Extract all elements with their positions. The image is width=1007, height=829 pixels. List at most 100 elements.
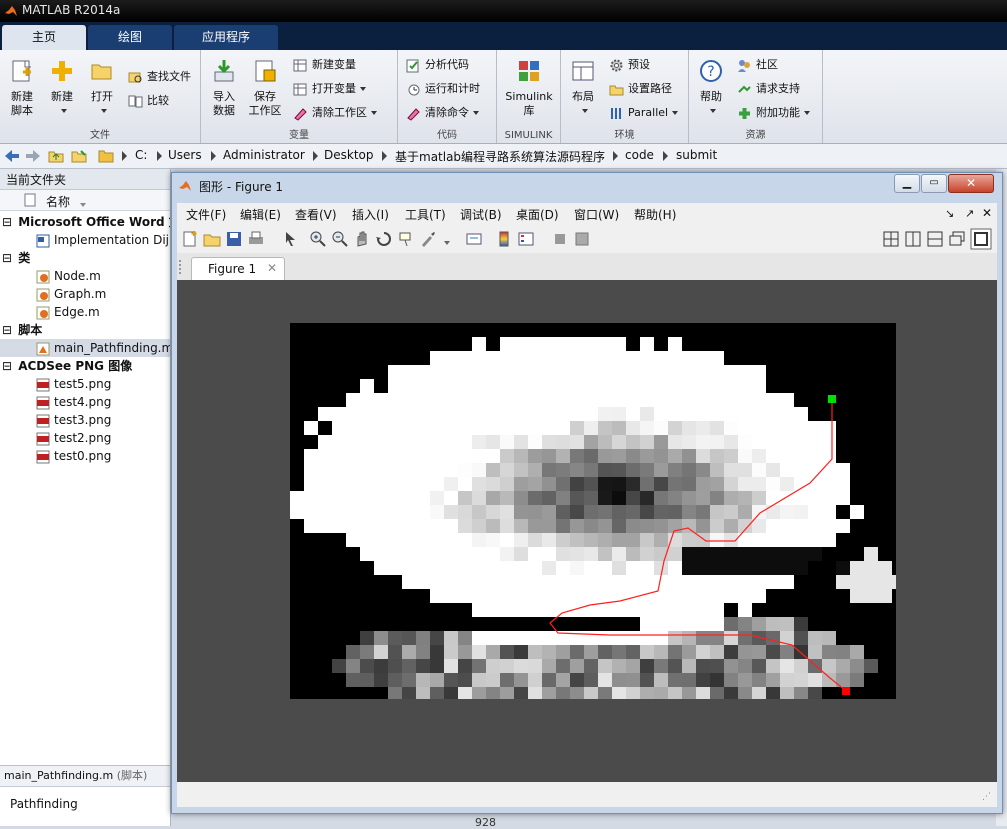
forward-arrow-icon[interactable] bbox=[25, 149, 41, 163]
tab-close-icon[interactable]: ✕ bbox=[267, 261, 277, 275]
tab-plots[interactable]: 绘图 bbox=[88, 25, 172, 50]
menu-file[interactable]: 文件(F) bbox=[186, 206, 226, 223]
details-header[interactable]: main_Pathfinding.m (脚本) bbox=[0, 765, 170, 787]
edit-plot-arrow-icon[interactable] bbox=[281, 230, 299, 248]
list-item[interactable]: Implementation Dijl bbox=[0, 231, 170, 249]
add-ons-button[interactable]: 附加功能 bbox=[737, 103, 810, 123]
list-item[interactable]: Node.m bbox=[0, 267, 170, 285]
legend-icon[interactable] bbox=[517, 230, 535, 248]
list-item[interactable]: test0.png bbox=[0, 447, 170, 465]
open-variable-button[interactable]: 打开变量 bbox=[293, 79, 366, 99]
link-plot-icon[interactable] bbox=[465, 230, 483, 248]
section-script[interactable]: ⊟ 脚本 bbox=[0, 321, 170, 339]
column-header[interactable]: 名称 bbox=[0, 190, 170, 211]
save-icon[interactable] bbox=[225, 230, 243, 248]
simulink-library-button[interactable]: Simulink 库 bbox=[502, 58, 556, 118]
set-path-icon bbox=[609, 85, 624, 95]
hide-tools-icon[interactable] bbox=[551, 230, 569, 248]
preferences-button[interactable]: 预设 bbox=[609, 55, 650, 75]
map-cell bbox=[752, 379, 766, 393]
list-item-selected[interactable]: main_Pathfinding.m bbox=[0, 339, 170, 357]
help-button[interactable]: ? 帮助 bbox=[693, 58, 729, 118]
crumb-users[interactable]: Users bbox=[168, 148, 202, 162]
menu-window[interactable]: 窗口(W) bbox=[574, 206, 619, 223]
menu-debug[interactable]: 调试(B) bbox=[460, 206, 502, 223]
show-tools-icon[interactable] bbox=[573, 230, 591, 248]
map-cell bbox=[360, 393, 374, 407]
colorbar-icon[interactable] bbox=[495, 230, 513, 248]
crumb-administrator[interactable]: Administrator bbox=[223, 148, 305, 162]
save-workspace-button[interactable]: 保存 工作区 bbox=[245, 58, 285, 118]
layout-button[interactable]: 布局 bbox=[565, 58, 601, 118]
zoom-in-icon[interactable] bbox=[309, 230, 327, 248]
new-figure-icon[interactable] bbox=[181, 230, 199, 248]
clear-workspace-button[interactable]: 清除工作区 bbox=[293, 103, 377, 123]
menu-view[interactable]: 查看(V) bbox=[295, 206, 337, 223]
pan-hand-icon[interactable] bbox=[353, 230, 371, 248]
run-and-time-button[interactable]: 运行和计时 bbox=[406, 79, 480, 99]
menu-desktop[interactable]: 桌面(D) bbox=[516, 206, 559, 223]
community-button[interactable]: 社区 bbox=[737, 55, 778, 75]
back-arrow-icon[interactable] bbox=[4, 149, 20, 163]
close-button[interactable]: ✕ bbox=[948, 174, 994, 193]
print-icon[interactable] bbox=[247, 230, 265, 248]
find-files-button[interactable]: 查找文件 bbox=[128, 67, 191, 87]
path-map-image[interactable] bbox=[290, 323, 896, 699]
tile-rows-icon[interactable] bbox=[926, 230, 944, 248]
new-variable-button[interactable]: 新建变量 bbox=[293, 55, 356, 75]
menu-insert[interactable]: 插入(I) bbox=[352, 206, 389, 223]
up-folder-icon[interactable] bbox=[48, 148, 64, 164]
list-item[interactable]: test5.png bbox=[0, 375, 170, 393]
list-item[interactable]: test2.png bbox=[0, 429, 170, 447]
crumb-desktop[interactable]: Desktop bbox=[324, 148, 374, 162]
tab-figure-1[interactable]: Figure 1 ✕ bbox=[191, 257, 285, 281]
menu-arrow-icon[interactable]: ↘ bbox=[945, 207, 954, 220]
analyze-code-button[interactable]: 分析代码 bbox=[406, 55, 469, 75]
tab-apps[interactable]: 应用程序 bbox=[174, 25, 278, 50]
compare-button[interactable]: 比较 bbox=[128, 91, 169, 111]
import-data-button[interactable]: 导入 数据 bbox=[205, 58, 243, 118]
map-cell bbox=[500, 659, 514, 673]
undock-icon[interactable]: ↗ bbox=[965, 207, 974, 220]
maximize-figure-icon[interactable] bbox=[970, 228, 992, 250]
crumb-drive[interactable]: C: bbox=[135, 148, 147, 162]
request-support-button[interactable]: 请求支持 bbox=[737, 79, 800, 99]
menu-help[interactable]: 帮助(H) bbox=[634, 206, 676, 223]
map-cell bbox=[332, 421, 346, 435]
map-cell bbox=[542, 477, 556, 491]
open-button[interactable]: 打开 bbox=[84, 58, 120, 118]
new-script-button[interactable]: 新建 脚本 bbox=[4, 58, 40, 118]
resize-grip-icon[interactable]: ⋰ bbox=[982, 792, 991, 802]
crumb-submit[interactable]: submit bbox=[676, 148, 717, 162]
new-button[interactable]: 新建 bbox=[44, 58, 80, 118]
tile-grid-icon[interactable] bbox=[882, 230, 900, 248]
list-item[interactable]: test4.png bbox=[0, 393, 170, 411]
float-icon[interactable] bbox=[948, 230, 966, 248]
browse-folder-icon[interactable] bbox=[71, 148, 87, 164]
set-path-button[interactable]: 设置路径 bbox=[609, 79, 672, 99]
data-cursor-icon[interactable] bbox=[397, 230, 415, 248]
section-word[interactable]: ⊟ Microsoft Office Word 文 bbox=[0, 213, 170, 231]
list-item[interactable]: test3.png bbox=[0, 411, 170, 429]
parallel-button[interactable]: Parallel bbox=[609, 103, 679, 123]
open-file-icon[interactable] bbox=[203, 230, 221, 248]
crumb-project[interactable]: 基于matlab编程寻路系统算法源码程序 bbox=[395, 148, 605, 165]
minimize-button[interactable]: ▁ bbox=[894, 174, 920, 193]
rotate-3d-icon[interactable] bbox=[375, 230, 393, 248]
maximize-button[interactable]: ▭ bbox=[921, 174, 947, 193]
section-png[interactable]: ⊟ ACDSee PNG 图像 bbox=[0, 357, 170, 375]
close-menu-icon[interactable]: ✕ bbox=[982, 206, 992, 220]
map-cell bbox=[570, 393, 584, 407]
list-item[interactable]: Edge.m bbox=[0, 303, 170, 321]
brush-icon[interactable] bbox=[419, 230, 437, 248]
zoom-out-icon[interactable] bbox=[331, 230, 349, 248]
clear-commands-button[interactable]: 清除命令 bbox=[406, 103, 479, 123]
menu-tools[interactable]: 工具(T) bbox=[405, 206, 446, 223]
menu-edit[interactable]: 编辑(E) bbox=[240, 206, 281, 223]
section-class[interactable]: ⊟ 类 bbox=[0, 249, 170, 267]
tile-columns-icon[interactable] bbox=[904, 230, 922, 248]
map-cell bbox=[388, 477, 402, 491]
crumb-code[interactable]: code bbox=[625, 148, 654, 162]
list-item[interactable]: Graph.m bbox=[0, 285, 170, 303]
tab-home[interactable]: 主页 bbox=[2, 25, 86, 50]
